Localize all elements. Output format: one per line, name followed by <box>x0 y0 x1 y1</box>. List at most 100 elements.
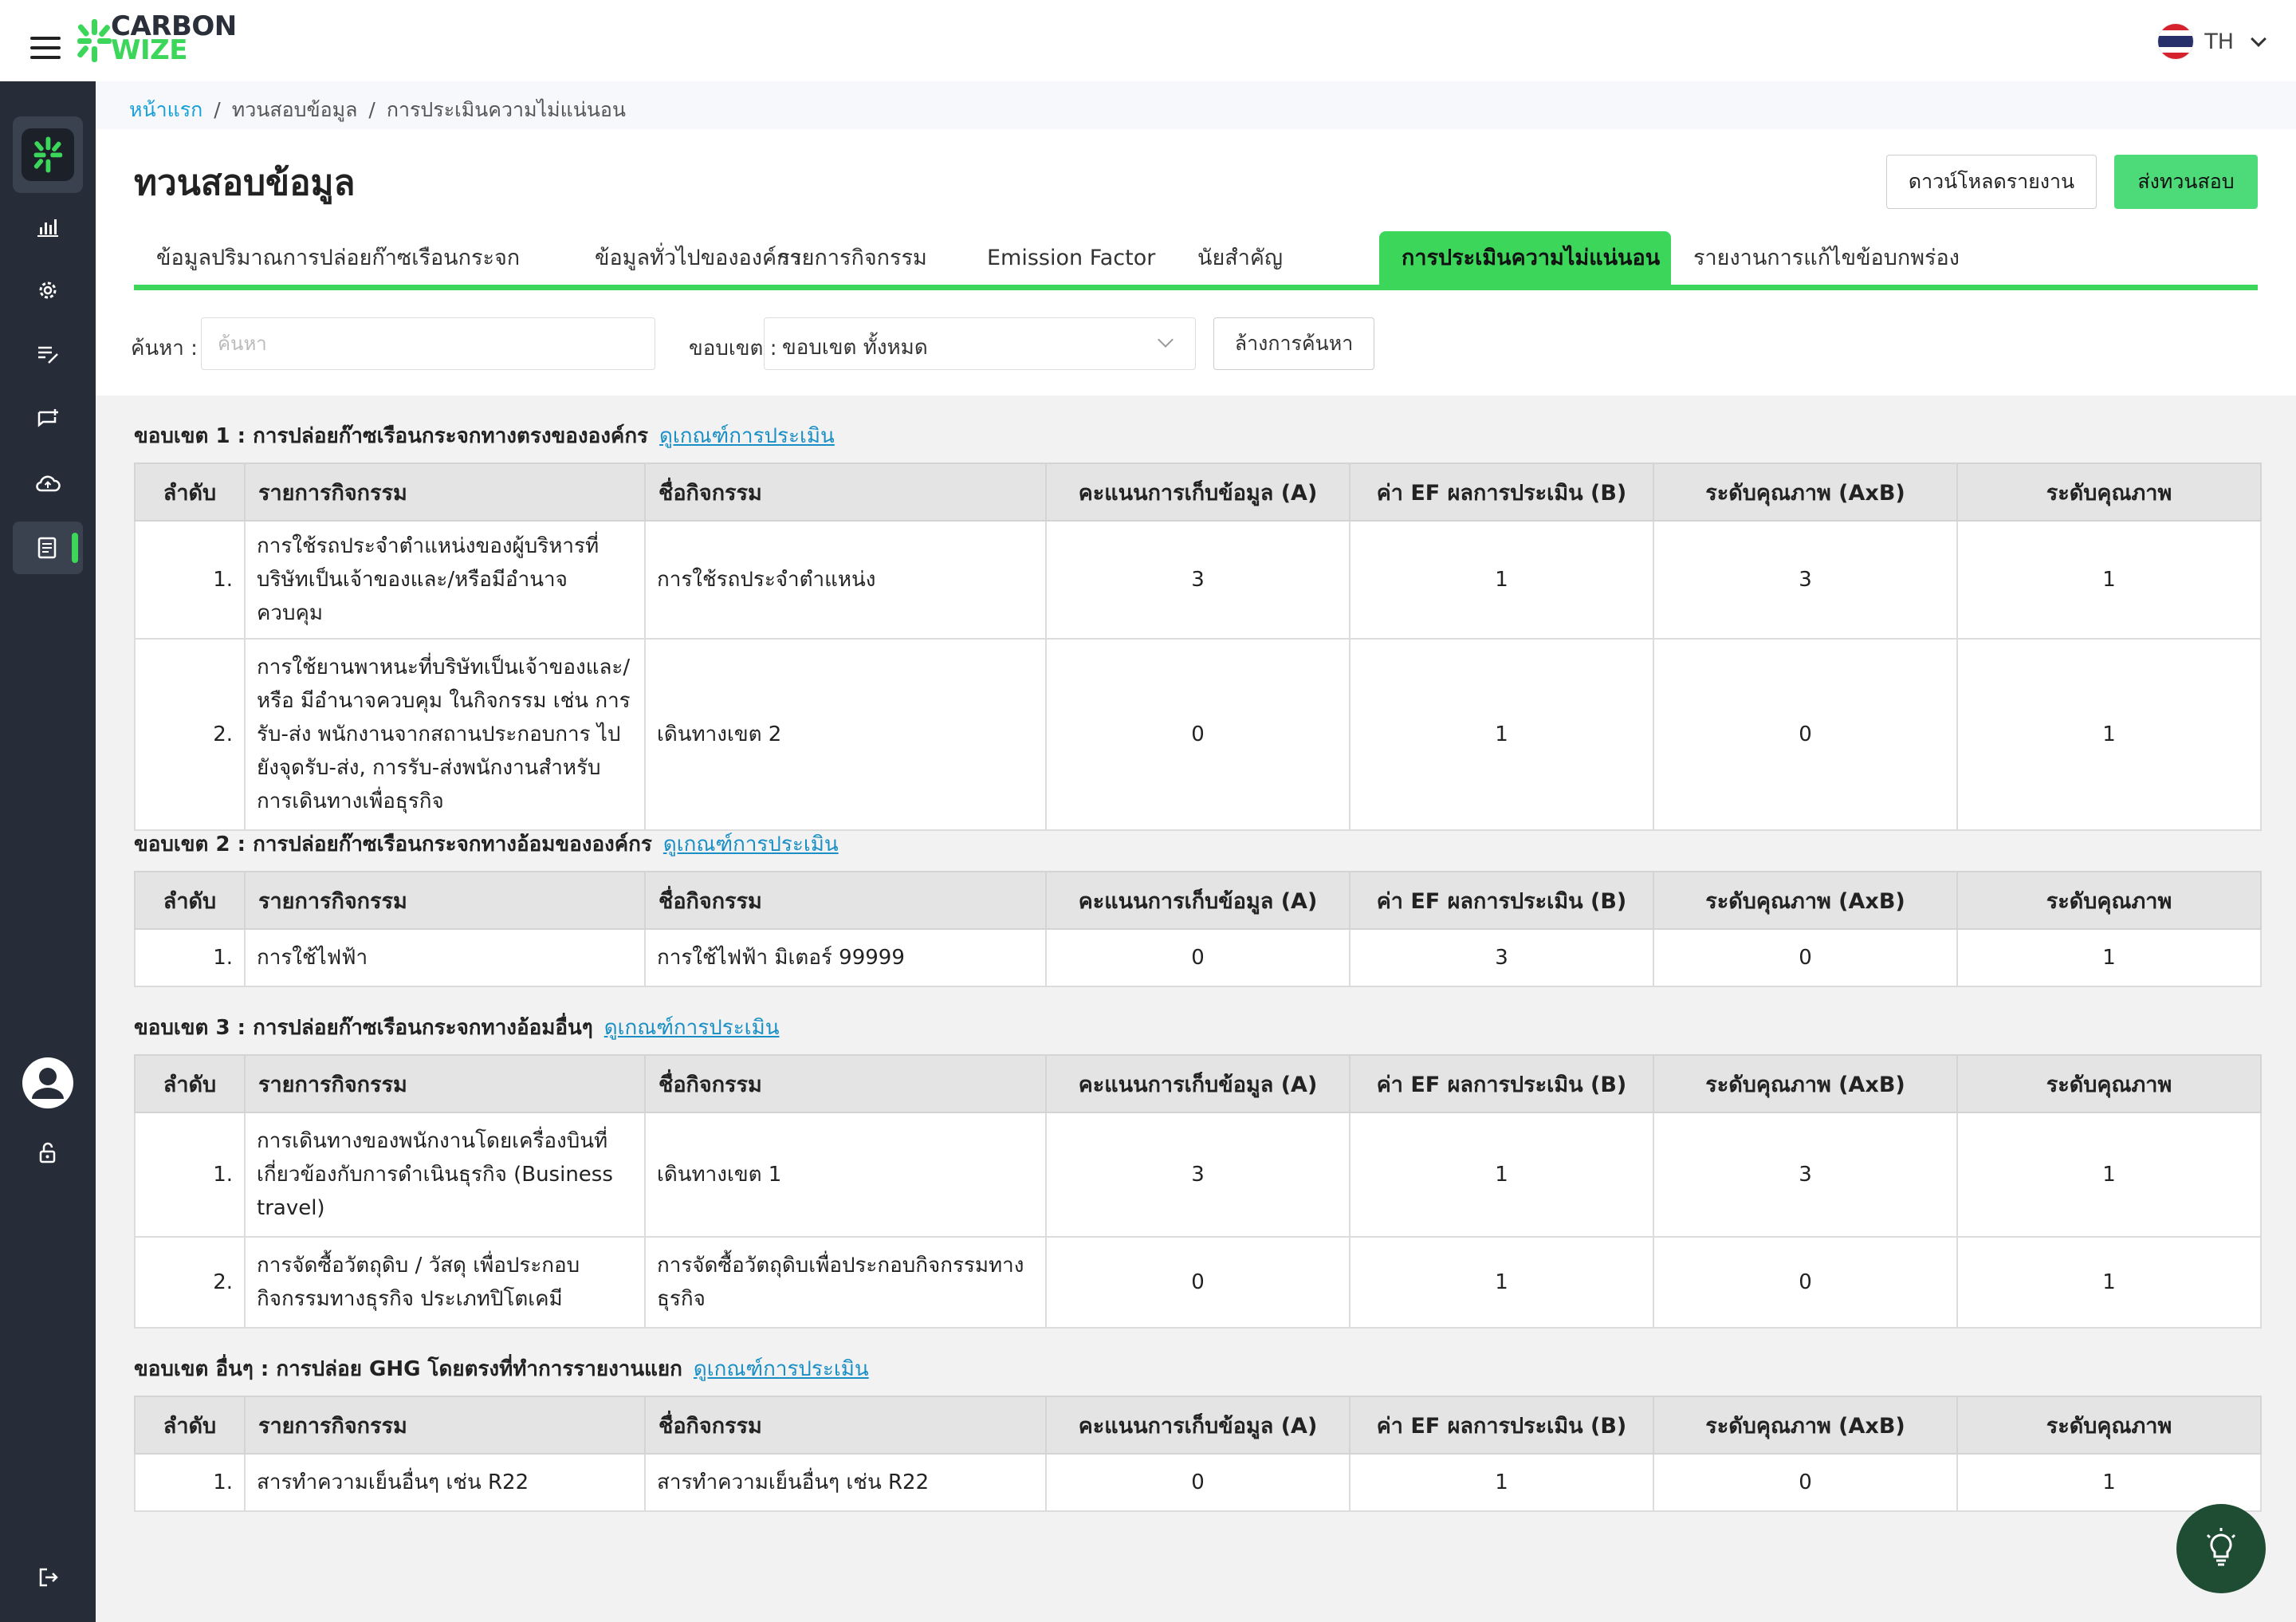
lightbulb-icon <box>2206 1528 2236 1566</box>
document-icon <box>37 537 57 559</box>
chevron-down-icon <box>1158 332 1174 348</box>
sidebar-item-messages[interactable] <box>32 404 64 435</box>
cell-activity: การใช้ยานพาหนะที่บริษัทเป็นเจ้าของและ/หร… <box>244 638 646 831</box>
chevron-down-icon <box>2251 31 2267 47</box>
table-row: 2. การใช้ยานพาหนะที่บริษัทเป็นเจ้าของและ… <box>134 638 2262 831</box>
scope-other-criteria-link[interactable]: ดูเกณฑ์การประเมิน <box>694 1357 869 1381</box>
tab-significance[interactable]: นัยสำคัญ <box>1175 231 1305 285</box>
language-selector[interactable]: TH <box>2158 22 2267 61</box>
table-row: 1. การใช้ไฟฟ้า การใช้ไฟฟ้า มิเตอร์ 99999… <box>134 928 2262 987</box>
logo-burst-icon <box>77 19 112 62</box>
scope-2-title: ขอบเขต 2 : การปล่อยก๊าซเรือนกระจกทางอ้อม… <box>134 828 839 860</box>
col-score-a: คะแนนการเก็บข้อมูล (A) <box>1045 871 1350 930</box>
scope-select[interactable]: ขอบเขต ทั้งหมด <box>764 317 1196 370</box>
table-header-row: ลำดับ รายการกิจกรรม ชื่อกิจกรรม คะแนนการ… <box>134 1396 2262 1455</box>
sidebar-item-verification[interactable] <box>13 522 83 574</box>
cell-axb: 0 <box>1653 928 1958 987</box>
help-tips-button[interactable] <box>2176 1504 2266 1593</box>
cell-activity: การเดินทางของพนักงานโดยเครื่องบินที่เกี่… <box>244 1112 646 1238</box>
user-icon <box>32 1068 64 1099</box>
col-axb: ระดับคุณภาพ (AxB) <box>1653 463 1958 522</box>
col-activity: รายการกิจกรรม <box>244 1054 646 1113</box>
scope-3-table: ลำดับ รายการกิจกรรม ชื่อกิจกรรม คะแนนการ… <box>134 1054 2262 1329</box>
cell-activity: การใช้รถประจำตำแหน่งของผู้บริหารที่บริษั… <box>244 520 646 640</box>
col-score-a: คะแนนการเก็บข้อมูล (A) <box>1045 463 1350 522</box>
filter-row: ค้นหา : ขอบเขต : ขอบเขต ทั้งหมด ล้างการค… <box>131 317 2283 373</box>
tab-uncertainty-assessment[interactable]: การประเมินความไม่แน่นอน <box>1379 231 1671 285</box>
col-axb: ระดับคุณภาพ (AxB) <box>1653 1054 1958 1113</box>
carbonwize-logo[interactable]: CARBON WIZE <box>76 13 243 67</box>
col-activity-name: ชื่อกิจกรรม <box>644 1054 1047 1113</box>
tab-corrective-report[interactable]: รายงานการแก้ไขข้อบกพร่อง <box>1671 231 1982 285</box>
cell-axb: 0 <box>1653 638 1958 831</box>
search-input[interactable] <box>201 317 655 370</box>
user-avatar[interactable] <box>22 1057 73 1108</box>
cell-quality: 1 <box>1956 1236 2262 1329</box>
cell-quality: 1 <box>1956 1453 2262 1512</box>
cell-ef-b: 1 <box>1349 520 1654 640</box>
sidebar-item-logout[interactable] <box>32 1561 64 1593</box>
download-report-button[interactable]: ดาวน์โหลดรายงาน <box>1886 155 2097 209</box>
cell-axb: 3 <box>1653 1112 1958 1238</box>
tab-emission-factor[interactable]: Emission Factor <box>965 231 1177 285</box>
cell-axb: 3 <box>1653 520 1958 640</box>
hamburger-menu-icon[interactable] <box>30 37 61 59</box>
sidebar-item-settings[interactable] <box>32 274 64 306</box>
scope-3-title: ขอบเขต 3 : การปล่อยก๊าซเรือนกระจกทางอ้อม… <box>134 1011 779 1044</box>
col-index: ลำดับ <box>134 1396 246 1455</box>
top-bar: CARBON WIZE TH <box>0 0 2296 81</box>
active-indicator <box>72 533 78 563</box>
clear-search-button[interactable]: ล้างการค้นหา <box>1213 317 1374 370</box>
breadcrumb: หน้าแรก / ทวนสอบข้อมูล / การประเมินความไม่แน… <box>129 98 626 121</box>
scope-other-title: ขอบเขต อื่นๆ : การปล่อย GHG โดยตรงที่ทำก… <box>134 1352 869 1385</box>
table-header-row: ลำดับ รายการกิจกรรม ชื่อกิจกรรม คะแนนการ… <box>134 1054 2262 1113</box>
scope-1-table: ลำดับ รายการกิจกรรม ชื่อกิจกรรม คะแนนการ… <box>134 463 2262 831</box>
cell-activity: การจัดซื้อวัตถุดิบ / วัสดุ เพื่อประกอบกิ… <box>244 1236 646 1329</box>
col-axb: ระดับคุณภาพ (AxB) <box>1653 871 1958 930</box>
breadcrumb-home-link[interactable]: หน้าแรก <box>129 98 202 121</box>
sidebar-item-lock[interactable] <box>32 1137 64 1169</box>
breadcrumb-section-link[interactable]: ทวนสอบข้อมูล <box>232 98 358 121</box>
sidebar-item-edit-list[interactable] <box>32 338 64 370</box>
cell-ef-b: 1 <box>1349 1112 1654 1238</box>
scope-2-table: ลำดับ รายการกิจกรรม ชื่อกิจกรรม คะแนนการ… <box>134 871 2262 987</box>
tab-activity-list[interactable]: รายการกิจกรรม <box>756 231 949 285</box>
cell-activity-name: การจัดซื้อวัตถุดิบเพื่อประกอบกิจกรรมทางธ… <box>644 1236 1047 1329</box>
tab-ghg-emissions[interactable]: ข้อมูลปริมาณการปล่อยก๊าซเรือนกระจก <box>134 231 542 285</box>
cell-index: 1. <box>134 928 246 987</box>
cell-ef-b: 1 <box>1349 1236 1654 1329</box>
sidebar-home-button[interactable] <box>13 116 83 193</box>
col-quality: ระดับคุณภาพ <box>1956 871 2262 930</box>
cell-score-a: 3 <box>1045 1112 1350 1238</box>
cell-score-a: 0 <box>1045 1453 1350 1512</box>
cell-score-a: 3 <box>1045 520 1350 640</box>
tab-bar: ข้อมูลปริมาณการปล่อยก๊าซเรือนกระจก ข้อมู… <box>134 231 2258 290</box>
gear-icon <box>39 281 57 299</box>
col-index: ลำดับ <box>134 871 246 930</box>
page-title: ทวนสอบข้อมูล <box>134 163 356 203</box>
col-activity-name: ชื่อกิจกรรม <box>644 1396 1047 1455</box>
submit-verification-button[interactable]: ส่งทวนสอบ <box>2114 155 2258 209</box>
scope-select-value: ขอบเขต ทั้งหมด <box>782 336 928 360</box>
table-header-row: ลำดับ รายการกิจกรรม ชื่อกิจกรรม คะแนนการ… <box>134 463 2262 522</box>
cell-index: 2. <box>134 638 246 831</box>
scope-1-criteria-link[interactable]: ดูเกณฑ์การประเมิน <box>659 424 835 448</box>
col-axb: ระดับคุณภาพ (AxB) <box>1653 1396 1958 1455</box>
unlock-icon <box>39 1142 56 1163</box>
sidebar-item-cloud[interactable] <box>32 467 64 499</box>
col-ef-b: ค่า EF ผลการประเมิน (B) <box>1349 463 1654 522</box>
sidebar-item-dashboard[interactable] <box>32 211 64 242</box>
cell-activity: การใช้ไฟฟ้า <box>244 928 646 987</box>
cell-score-a: 0 <box>1045 638 1350 831</box>
scope-2-criteria-link[interactable]: ดูเกณฑ์การประเมิน <box>663 833 839 856</box>
table-row: 1. การเดินทางของพนักงานโดยเครื่องบินที่เ… <box>134 1112 2262 1238</box>
col-activity-name: ชื่อกิจกรรม <box>644 463 1047 522</box>
cell-axb: 0 <box>1653 1236 1958 1329</box>
col-quality: ระดับคุณภาพ <box>1956 463 2262 522</box>
cell-ef-b: 3 <box>1349 928 1654 987</box>
sidebar <box>0 81 96 1622</box>
scope-2-heading: ขอบเขต 2 : การปล่อยก๊าซเรือนกระจกทางอ้อม… <box>134 833 652 856</box>
bar-chart-icon <box>37 219 58 237</box>
scope-other-heading: ขอบเขต อื่นๆ : การปล่อย GHG โดยตรงที่ทำก… <box>134 1357 682 1381</box>
scope-3-criteria-link[interactable]: ดูเกณฑ์การประเมิน <box>604 1016 780 1040</box>
